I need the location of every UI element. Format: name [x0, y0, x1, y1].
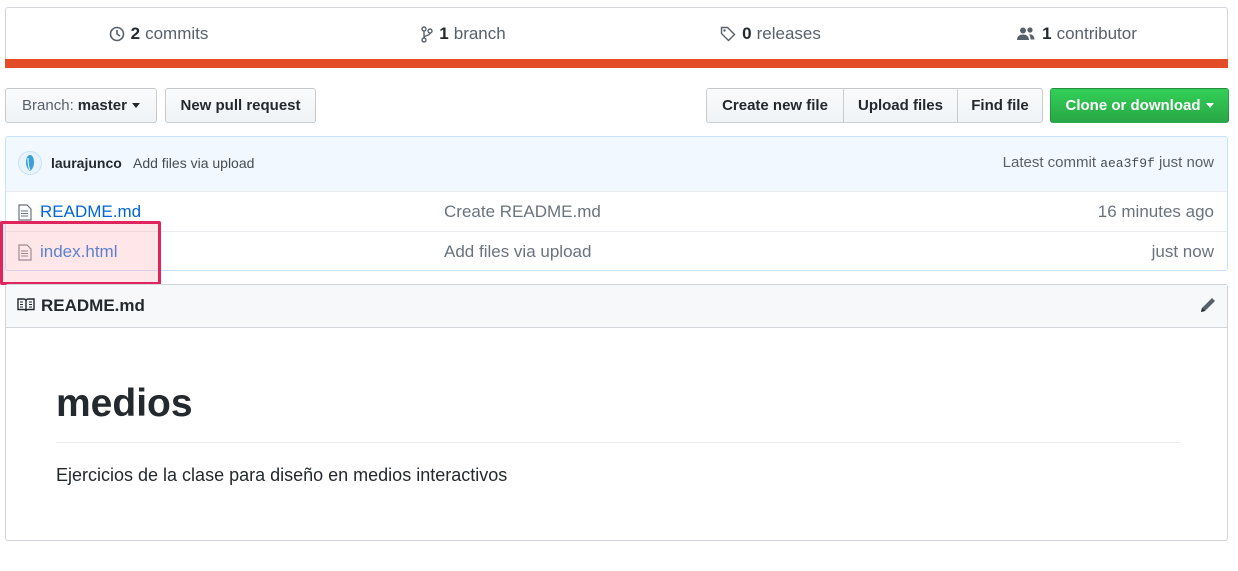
- avatar-image: [26, 155, 34, 171]
- branch-prefix: Branch:: [22, 97, 74, 114]
- file-age: just now: [1151, 242, 1214, 261]
- language-bar[interactable]: [5, 59, 1228, 68]
- contributors-link[interactable]: 1 contributor: [924, 8, 1229, 60]
- chevron-down-icon: [1205, 103, 1214, 108]
- readme-filename: README.md: [41, 296, 145, 315]
- file-age: 16 minutes ago: [1097, 202, 1214, 221]
- latest-commit-info: Latest commit aea3f9f just now: [1003, 154, 1214, 171]
- pencil-icon[interactable]: [1199, 296, 1217, 314]
- file-link-readme[interactable]: README.md: [40, 202, 141, 222]
- latest-commit-age: just now: [1158, 154, 1214, 171]
- file-icon: [18, 204, 32, 221]
- releases-count: 0: [742, 24, 752, 43]
- branch-name: master: [77, 97, 127, 114]
- tag-icon: [720, 26, 736, 42]
- commit-author-link[interactable]: laurajunco: [51, 155, 122, 171]
- commit-message-link[interactable]: Add files via upload: [133, 155, 254, 171]
- file-row: index.html Add files via upload just now: [6, 231, 1227, 270]
- branches-link[interactable]: 1 branch: [311, 8, 616, 60]
- file-row: README.md Create README.md 16 minutes ag…: [6, 191, 1227, 232]
- people-icon: [1017, 27, 1035, 40]
- commits-link[interactable]: 2 commits: [6, 8, 311, 60]
- file-commit-message[interactable]: Add files via upload: [444, 242, 591, 262]
- clone-or-download-label: Clone or download: [1065, 97, 1201, 114]
- branches-label: branch: [453, 24, 506, 43]
- contributors-count: 1: [1042, 24, 1052, 43]
- book-icon: [17, 298, 35, 312]
- history-icon: [109, 26, 124, 42]
- chevron-down-icon: [131, 103, 140, 108]
- file-commit-message[interactable]: Create README.md: [444, 202, 601, 222]
- readme-panel: README.md medios Ejercicios de la clase …: [5, 284, 1228, 541]
- readme-body: Ejercicios de la clase para diseño en me…: [56, 465, 508, 485]
- new-pull-request-button[interactable]: New pull request: [165, 88, 316, 123]
- readme-header: README.md: [6, 285, 1227, 328]
- releases-link[interactable]: 0 releases: [618, 8, 923, 60]
- branch-icon: [421, 25, 433, 43]
- upload-files-button[interactable]: Upload files: [843, 88, 958, 123]
- file-icon: [18, 244, 32, 261]
- readme-heading: medios: [56, 381, 1180, 443]
- latest-commit-label: Latest commit: [1002, 154, 1097, 171]
- create-new-file-button[interactable]: Create new file: [706, 88, 844, 123]
- clone-or-download-button[interactable]: Clone or download: [1050, 88, 1229, 123]
- file-link-index[interactable]: index.html: [40, 242, 117, 262]
- latest-commit-bar: laurajunco Add files via upload Latest c…: [6, 137, 1227, 192]
- commit-sha-link[interactable]: aea3f9f: [1100, 156, 1155, 171]
- releases-label: releases: [756, 24, 821, 43]
- find-file-button[interactable]: Find file: [957, 88, 1043, 123]
- repo-summary-bar: 2 commits 1 branch 0 releases 1 contribu…: [5, 7, 1228, 68]
- branch-select-button[interactable]: Branch: master: [5, 88, 157, 123]
- commits-label: commits: [145, 24, 209, 43]
- commits-count: 2: [130, 24, 141, 43]
- branches-count: 1: [439, 24, 449, 43]
- file-table: laurajunco Add files via upload Latest c…: [5, 136, 1228, 271]
- avatar[interactable]: [18, 151, 42, 175]
- contributors-label: contributor: [1056, 24, 1137, 43]
